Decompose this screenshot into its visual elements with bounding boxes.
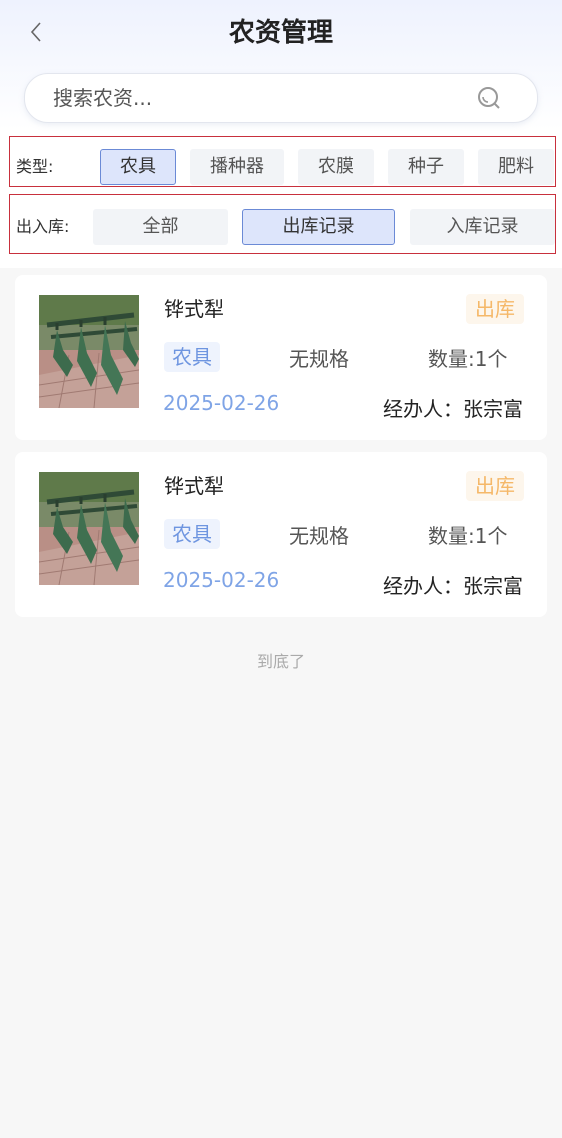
item-name: 铧式犁	[164, 474, 224, 498]
top-area: 农资管理 类型: 农具 播种器 农膜 种子 肥料 出入库: 全部 出库记录 入库…	[0, 0, 562, 268]
type-filter: 类型: 农具 播种器 农膜 种子 肥料	[9, 136, 556, 187]
search-bar[interactable]	[24, 73, 538, 123]
type-chip-seeds[interactable]: 种子	[388, 149, 464, 185]
inout-filter-label: 出入库:	[16, 217, 70, 236]
page-title: 农资管理	[228, 18, 333, 48]
record-card[interactable]: 铧式犁 出库 农具 无规格 数量:1个 2025-02-26 经办人：张宗富	[15, 275, 547, 440]
record-date: 2025-02-26	[163, 568, 280, 592]
type-chip-fertilizer[interactable]: 肥料	[478, 149, 554, 185]
type-filter-label: 类型:	[16, 157, 54, 176]
inout-chip-inbound[interactable]: 入库记录	[410, 209, 555, 245]
record-handler: 经办人：张宗富	[383, 574, 523, 598]
list-end-text: 到底了	[256, 652, 305, 671]
inout-filter: 出入库: 全部 出库记录 入库记录	[9, 194, 556, 254]
record-date: 2025-02-26	[163, 391, 280, 415]
item-name: 铧式犁	[164, 297, 224, 321]
category-tag: 农具	[164, 519, 220, 549]
item-quantity: 数量:1个	[428, 347, 508, 371]
record-handler: 经办人：张宗富	[383, 397, 523, 421]
inout-chip-all[interactable]: 全部	[93, 209, 228, 245]
status-badge: 出库	[466, 294, 524, 324]
type-chip-film[interactable]: 农膜	[298, 149, 374, 185]
record-card[interactable]: 铧式犁 出库 农具 无规格 数量:1个 2025-02-26 经办人：张宗富	[15, 452, 547, 617]
status-badge: 出库	[466, 471, 524, 501]
type-chip-farm-tools[interactable]: 农具	[100, 149, 176, 185]
inout-chip-outbound[interactable]: 出库记录	[242, 209, 395, 245]
item-image	[39, 472, 139, 585]
item-spec: 无规格	[289, 524, 349, 548]
search-input[interactable]	[53, 74, 453, 122]
item-quantity: 数量:1个	[428, 524, 508, 548]
page: 农资管理 类型: 农具 播种器 农膜 种子 肥料 出入库: 全部 出库记录 入库…	[0, 0, 562, 1138]
search-icon[interactable]	[476, 85, 502, 111]
item-spec: 无规格	[289, 347, 349, 371]
category-tag: 农具	[164, 342, 220, 372]
type-chip-seeder[interactable]: 播种器	[190, 149, 284, 185]
item-image	[39, 295, 139, 408]
